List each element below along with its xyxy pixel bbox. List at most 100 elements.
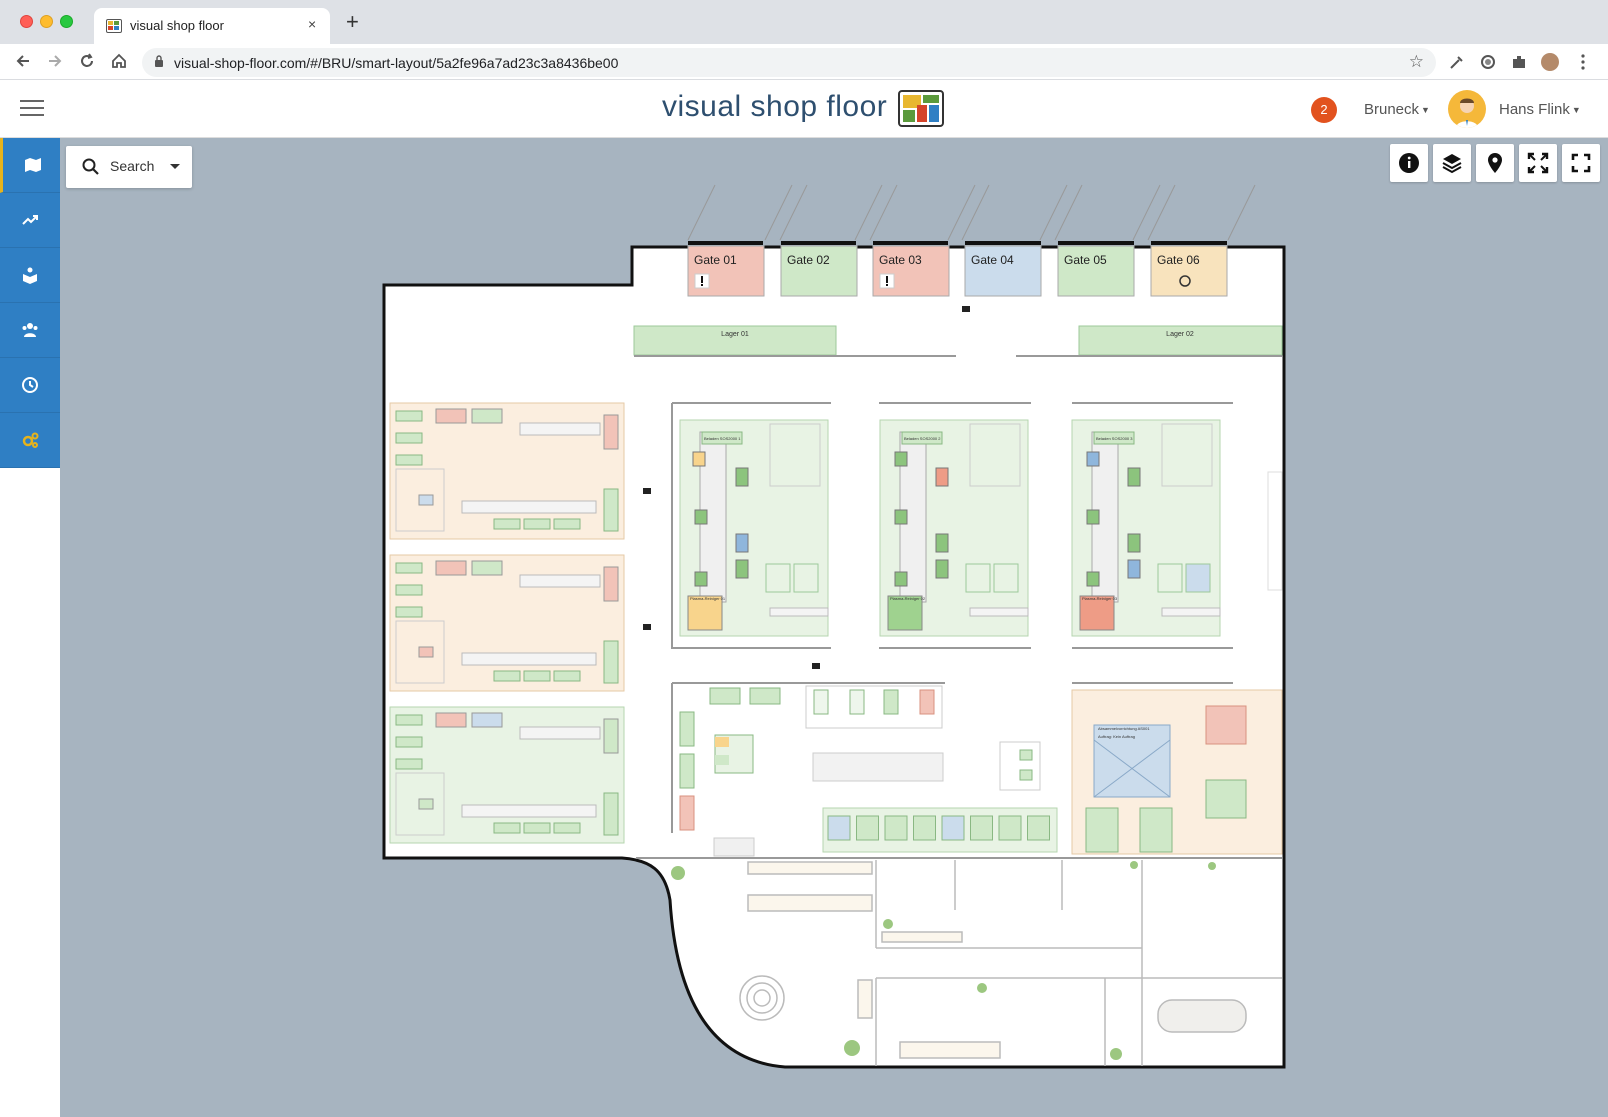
gate[interactable]: Gate 06 [1150, 245, 1228, 297]
home-icon[interactable] [110, 52, 128, 70]
fit-view-icon [1527, 152, 1549, 174]
back-icon[interactable] [14, 52, 32, 70]
url-field[interactable]: visual-shop-floor.com/#/BRU/smart-layout… [142, 48, 1436, 77]
minimize-window-button[interactable] [40, 15, 53, 28]
workstation[interactable] [493, 518, 521, 530]
sidebar-item-gears[interactable] [0, 413, 60, 468]
workstation[interactable] [603, 640, 619, 684]
production-cell[interactable]: Beladen SOS2000 2 Plasma-Reiniger 02 [879, 419, 1029, 637]
search-label: Search [110, 158, 155, 174]
location-button[interactable] [1476, 144, 1514, 182]
workstation[interactable] [1027, 815, 1050, 841]
forward-icon[interactable] [46, 52, 64, 70]
workstation[interactable] [827, 815, 851, 841]
production-cell[interactable]: Beladen SOS2000 3 Plasma-Reiniger 03 [1071, 419, 1221, 637]
map-toolbar [1390, 144, 1600, 182]
workstation[interactable] [553, 670, 581, 682]
user-avatar[interactable] [1448, 90, 1486, 128]
workstation[interactable] [395, 758, 423, 770]
gate[interactable]: Gate 02 [780, 245, 858, 297]
reload-icon[interactable] [78, 52, 96, 70]
workstation[interactable] [603, 718, 619, 754]
more-menu-icon[interactable] [1574, 53, 1592, 71]
map-canvas[interactable]: Gate 01 Gate 02 Gate 03 Gate 04 Gate 05 Gate … [0, 138, 1608, 1117]
user-menu[interactable]: Hans Flink ▼ [1499, 101, 1581, 118]
workstation[interactable] [435, 560, 467, 576]
user-name-label: Hans Flink [1499, 101, 1570, 118]
workstation[interactable] [553, 822, 581, 834]
puzzle-icon[interactable] [1510, 53, 1528, 71]
tab-close-icon[interactable]: × [308, 16, 316, 32]
workstation[interactable] [553, 518, 581, 530]
conveyor [461, 652, 597, 666]
gate[interactable]: Gate 04 [964, 245, 1042, 297]
workstation[interactable] [395, 606, 423, 618]
workstation[interactable] [523, 518, 551, 530]
workstation[interactable] [941, 815, 965, 841]
production-cell[interactable]: Beladen SOS2000 1 Plasma-Reiniger 01 [679, 419, 829, 637]
eyedropper-icon[interactable] [1448, 53, 1466, 71]
favicon-icon [106, 19, 122, 33]
workstation[interactable] [395, 410, 423, 422]
sidebar-item-map[interactable] [0, 138, 60, 193]
workstation[interactable] [395, 584, 423, 596]
workstation[interactable] [395, 432, 423, 444]
sidebar [0, 138, 60, 1117]
gate-label: Gate 03 [879, 253, 922, 267]
conveyor [519, 422, 601, 436]
location-dropdown[interactable]: Bruneck ▼ [1364, 101, 1430, 118]
close-window-button[interactable] [20, 15, 33, 28]
browser-tab[interactable]: visual shop floor × [94, 8, 330, 44]
workstation[interactable] [884, 815, 908, 841]
workstation[interactable] [603, 792, 619, 836]
gate[interactable]: Gate 01 [687, 245, 765, 297]
workstation[interactable] [998, 815, 1022, 841]
workstation[interactable] [970, 815, 993, 841]
workstation[interactable] [395, 714, 423, 726]
profile-avatar-icon[interactable] [1541, 53, 1559, 71]
workstation[interactable] [418, 494, 434, 506]
workstation[interactable] [471, 560, 503, 576]
fit-view-button[interactable] [1519, 144, 1557, 182]
sidebar-item-clock[interactable] [0, 358, 60, 413]
sidebar-item-book-reader[interactable] [0, 248, 60, 303]
workstation[interactable] [395, 562, 423, 574]
gate[interactable]: Gate 05 [1057, 245, 1135, 297]
workstation[interactable] [523, 822, 551, 834]
workstation[interactable] [418, 798, 434, 810]
workstation[interactable] [435, 712, 467, 728]
workstation[interactable] [913, 815, 936, 841]
info-icon [1399, 153, 1419, 173]
info-button[interactable] [1390, 144, 1428, 182]
workstation[interactable] [493, 822, 521, 834]
brand-title: visual shop floor [662, 90, 888, 123]
chevron-down-icon [170, 164, 180, 169]
cell-label: Beladen SOS2000 2 [904, 436, 941, 441]
workstation[interactable] [523, 670, 551, 682]
fullscreen-button[interactable] [1562, 144, 1600, 182]
extension-circle-icon[interactable] [1479, 53, 1497, 71]
workstation[interactable] [471, 408, 503, 424]
workstation[interactable] [603, 414, 619, 450]
workstation[interactable] [435, 408, 467, 424]
layers-button[interactable] [1433, 144, 1471, 182]
sidebar-item-users[interactable] [0, 303, 60, 358]
search-dropdown[interactable]: Search [66, 146, 192, 188]
gate[interactable]: Gate 03 [872, 245, 950, 297]
workstation[interactable] [395, 736, 423, 748]
conveyor [461, 804, 597, 818]
workstation[interactable] [493, 670, 521, 682]
workstation[interactable] [418, 646, 434, 658]
workstation[interactable] [603, 488, 619, 532]
new-tab-button[interactable]: + [346, 11, 359, 33]
notification-badge[interactable]: 2 [1311, 97, 1337, 123]
workstation[interactable] [603, 566, 619, 602]
maximize-window-button[interactable] [60, 15, 73, 28]
workstation[interactable] [395, 454, 423, 466]
menu-icon[interactable] [20, 100, 44, 118]
workstation[interactable] [471, 712, 503, 728]
workstation[interactable] [856, 815, 879, 841]
bookmark-star-icon[interactable]: ☆ [1409, 52, 1424, 72]
sidebar-item-trend-chart[interactable] [0, 193, 60, 248]
storage-label: Lager 01 [721, 331, 749, 338]
